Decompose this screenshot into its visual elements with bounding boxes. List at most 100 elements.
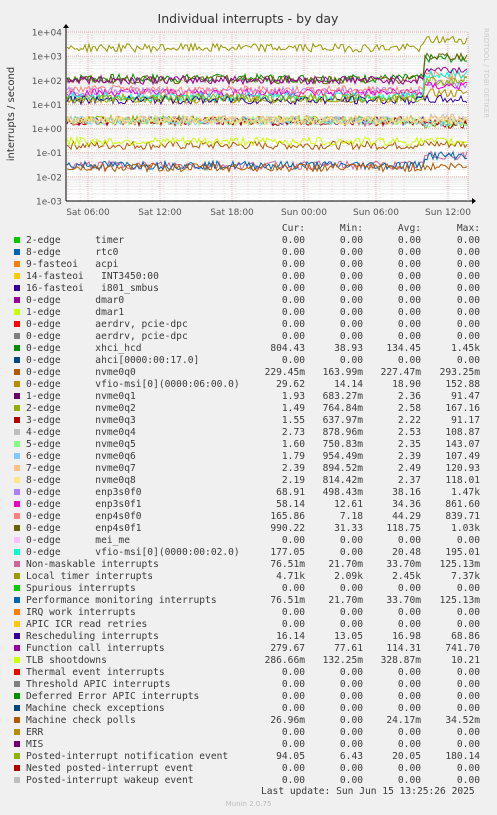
- legend-value-max: 0.00: [456, 667, 480, 678]
- legend-swatch: [14, 537, 20, 543]
- legend-value-avg: 0.00: [397, 727, 421, 738]
- legend-series-name: 0-edge enp3s0f1: [26, 499, 142, 510]
- legend-series-name: Posted-interrupt wakeup event: [26, 775, 194, 786]
- legend-value-max: 10.21: [451, 655, 480, 666]
- legend-swatch: [14, 753, 20, 759]
- legend-value-avg: 227.47m: [380, 367, 421, 378]
- legend-value-avg: 0.00: [397, 739, 421, 750]
- legend-value-min: 0.00: [339, 619, 363, 630]
- legend-value-min: 38.93: [334, 343, 363, 354]
- legend-value-max: 0.00: [456, 271, 480, 282]
- legend-series-name: 1-edge dmar1: [26, 307, 125, 318]
- legend-column-header: Avg:: [397, 223, 421, 234]
- legend-value-cur: 286.66m: [264, 655, 305, 666]
- legend-value-min: 6.43: [339, 751, 363, 762]
- legend-value-cur: 0.00: [281, 295, 305, 306]
- legend-series-name: Non-maskable interrupts: [26, 559, 159, 570]
- legend-value-min: 7.18: [339, 511, 363, 522]
- legend-value-min: 0.00: [339, 283, 363, 294]
- legend-value-max: 0.00: [456, 283, 480, 294]
- legend-value-avg: 2.58: [397, 403, 421, 414]
- legend-value-avg: 0.00: [397, 703, 421, 714]
- legend-series-name: MIS: [26, 739, 44, 750]
- legend-row: Deferred Error APIC interrupts 0.00 0.00 0.…: [14, 691, 494, 703]
- legend-series-name: Threshold APIC interrupts: [26, 679, 171, 690]
- legend-series-name: Posted-interrupt notification event: [26, 751, 229, 762]
- legend-value-max: 0.00: [456, 319, 480, 330]
- legend-swatch: [14, 249, 20, 255]
- legend-value-avg: 2.39: [397, 451, 421, 462]
- legend-row: 3-edge nvme0q3 1.55 637.97m 2.22 91.17: [14, 415, 494, 427]
- legend-value-avg: 0.00: [397, 691, 421, 702]
- legend-value-min: 0.00: [339, 547, 363, 558]
- legend-value-min: 0.00: [339, 679, 363, 690]
- legend-value-max: 0.00: [456, 763, 480, 774]
- legend-row: 2-edge timer 0.00 0.00 0.00 0.00: [14, 235, 494, 247]
- legend-value-min: 0.00: [339, 775, 363, 786]
- legend-swatch: [14, 333, 20, 339]
- legend-swatch: [14, 513, 20, 519]
- legend-series-name: 0-edge vfio-msi[0](0000:06:00.0): [26, 379, 240, 390]
- legend-value-max: 0.00: [456, 259, 480, 270]
- legend-value-cur: 0.00: [281, 247, 305, 258]
- legend-value-avg: 0.00: [397, 775, 421, 786]
- legend-value-avg: 0.00: [397, 271, 421, 282]
- legend-value-avg: 33.70m: [386, 595, 421, 606]
- legend-row: Machine check exceptions 0.00 0.00 0.00 0.00: [14, 703, 494, 715]
- legend-value-cur: 0.00: [281, 703, 305, 714]
- legend-swatch: [14, 393, 20, 399]
- legend-value-min: 12.61: [334, 499, 363, 510]
- legend-swatch: [14, 561, 20, 567]
- legend-value-avg: 20.05: [392, 751, 421, 762]
- legend-value-max: 0.00: [456, 727, 480, 738]
- legend-value-max: 839.71: [445, 511, 480, 522]
- legend-value-min: 814.42m: [322, 475, 363, 486]
- legend-value-min: 14.14: [334, 379, 363, 390]
- legend-swatch: [14, 417, 20, 423]
- munin-version: Munin 2.0.75: [225, 800, 272, 808]
- legend-value-max: 180.14: [445, 751, 480, 762]
- legend-value-max: 0.00: [456, 619, 480, 630]
- legend-series-name: Thermal event interrupts: [26, 667, 165, 678]
- legend-swatch: [14, 549, 20, 555]
- legend-value-max: 1.45k: [451, 343, 480, 354]
- legend-value-avg: 0.00: [397, 247, 421, 258]
- legend-swatch: [14, 777, 20, 783]
- legend-series-name: Machine check exceptions: [26, 703, 165, 714]
- legend-series-name: Nested posted-interrupt event: [26, 763, 194, 774]
- legend-row: 1-edge nvme0q1 1.93 683.27m 2.36 91.47: [14, 391, 494, 403]
- legend-value-cur: 76.51m: [270, 559, 305, 570]
- legend-value-max: 125.13m: [439, 595, 480, 606]
- legend-row: IRQ work interrupts 0.00 0.00 0.00 0.00: [14, 607, 494, 619]
- legend-series-name: 0-edge enp4s0f0: [26, 511, 142, 522]
- legend-value-max: 0.00: [456, 307, 480, 318]
- legend-value-cur: 2.19: [281, 475, 305, 486]
- legend-value-min: 0.00: [339, 691, 363, 702]
- legend-value-min: 0.00: [339, 355, 363, 366]
- legend-row: 14-fasteoi INT3450:00 0.00 0.00 0.00 0.00: [14, 271, 494, 283]
- legend-swatch: [14, 729, 20, 735]
- legend-series-name: 0-edge ahci[0000:00:17.0]: [26, 355, 200, 366]
- legend-value-max: 152.88: [445, 379, 480, 390]
- legend-swatch: [14, 369, 20, 375]
- legend-swatch: [14, 645, 20, 651]
- legend-series-name: 9-fasteoi acpi: [26, 259, 119, 270]
- legend-value-cur: 0.00: [281, 535, 305, 546]
- legend-value-max: 0.00: [456, 583, 480, 594]
- legend-row: TLB shootdowns 286.66m 132.25m 328.87m 10.21: [14, 655, 494, 667]
- legend-value-avg: 0.00: [397, 295, 421, 306]
- legend-value-cur: 165.86: [270, 511, 305, 522]
- legend-value-cur: 0.00: [281, 307, 305, 318]
- legend-value-avg: 2.37: [397, 475, 421, 486]
- legend-value-avg: 2.22: [397, 415, 421, 426]
- legend-value-max: 118.01: [445, 475, 480, 486]
- legend-swatch: [14, 669, 20, 675]
- legend-row: 0-edge aerdrv, pcie-dpc 0.00 0.00 0.00 0.00: [14, 319, 494, 331]
- legend-value-cur: 4.71k: [276, 571, 305, 582]
- legend-value-avg: 0.00: [397, 259, 421, 270]
- legend-value-cur: 1.60: [281, 439, 305, 450]
- legend-row: 2-edge nvme0q2 1.49 764.84m 2.58 167.16: [14, 403, 494, 415]
- legend-value-cur: 1.49: [281, 403, 305, 414]
- legend-value-avg: 0.00: [397, 763, 421, 774]
- legend-value-cur: 0.00: [281, 739, 305, 750]
